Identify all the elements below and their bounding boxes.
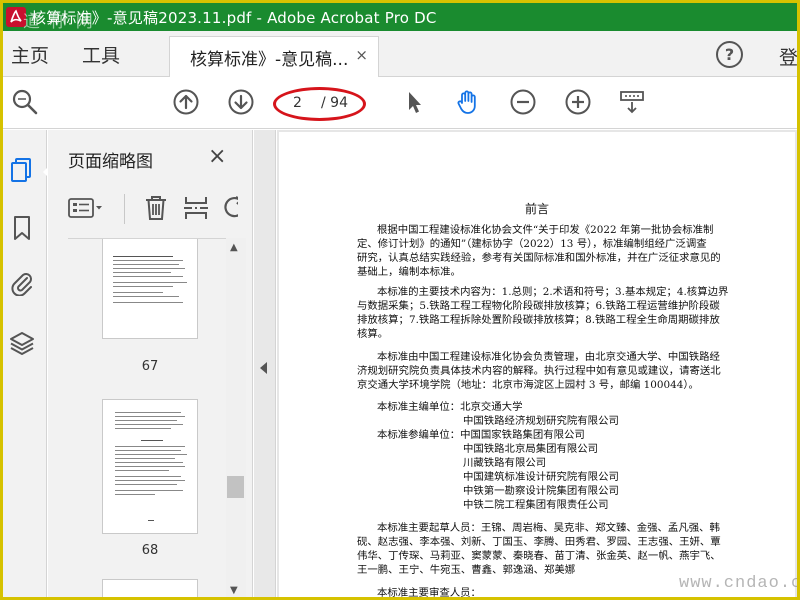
- thumbnail-page-69[interactable]: [102, 579, 198, 597]
- tools-tab[interactable]: 工具: [82, 41, 120, 68]
- zoom-out-icon[interactable]: [508, 87, 538, 117]
- app-window: 核算标准》-意见稿2023.11.pdf - Adobe Acrobat Pro…: [0, 0, 800, 600]
- trash-icon[interactable]: [142, 194, 170, 222]
- title-bar: 核算标准》-意见稿2023.11.pdf - Adobe Acrobat Pro…: [3, 3, 797, 32]
- main-toolbar: 2 / 94: [3, 77, 797, 129]
- watermark-logo: 道 称 网: [23, 12, 95, 32]
- doc-line: 根据中国工程建设标准化协会文件“关于印发《2022 年第一批协会标准制: [377, 224, 714, 236]
- doc-line: 伟华、丁传琛、马莉亚、窦蒙蒙、秦晓春、苗丁清、张金英、赵一帆、燕宇飞、: [357, 550, 721, 562]
- hand-icon[interactable]: [453, 87, 483, 117]
- close-tab-icon[interactable]: ×: [355, 46, 368, 64]
- doc-line: 本标准主编单位：北京交通大学: [377, 401, 523, 413]
- arrow-down-circle-icon: [228, 89, 254, 115]
- doc-line: 砚、赵志强、李本强、刘新、丁国玉、李腾、田秀君、罗园、王志强、王妍、覃: [357, 536, 721, 548]
- panel-collapse-strip[interactable]: [254, 130, 276, 597]
- doc-line: 本标准由中国工程建设标准化协会负责管理，由北京交通大学、中国铁路经: [377, 351, 720, 363]
- rotate-page-icon[interactable]: [220, 194, 238, 222]
- preface-title: 前言: [524, 202, 549, 216]
- scroll-up-icon[interactable]: ▲: [230, 242, 238, 253]
- magnifier-icon[interactable]: [10, 87, 40, 117]
- close-panel-icon[interactable]: ×: [208, 144, 226, 169]
- highlight-oval: [273, 87, 366, 121]
- login-link[interactable]: 登: [779, 43, 797, 70]
- doc-line: 本标准参编单位：中国国家铁路集团有限公司: [377, 429, 585, 441]
- insert-page-icon[interactable]: [182, 194, 210, 222]
- doc-line: 中国铁路北京局集团有限公司: [463, 443, 599, 455]
- arrow-up-circle-icon: [173, 89, 199, 115]
- page-thumbnails-icon[interactable]: [9, 157, 35, 183]
- doc-line: 核算。: [357, 328, 389, 340]
- bookmark-icon[interactable]: [9, 215, 35, 241]
- help-icon[interactable]: ?: [716, 41, 743, 68]
- doc-line: 本标准主要审查人员：: [377, 587, 481, 599]
- layers-icon[interactable]: [9, 330, 35, 356]
- thumbnail-number: 68: [141, 543, 159, 558]
- doc-line: 川藏铁路有限公司: [463, 457, 547, 469]
- doc-line: 济规划研究院负责具体技术内容的解释。执行过程中如有意见或建议，请寄送北: [357, 365, 721, 377]
- options-menu-icon[interactable]: [68, 194, 104, 222]
- doc-line: 定、修订计划》的通知”（建标协字（2022）13 号），标准编制组经广泛调查: [357, 238, 707, 250]
- doc-line: 基础上，编制本标准。: [357, 266, 461, 278]
- thumbnail-page-67[interactable]: [102, 239, 198, 339]
- doc-line: 王一鹏、王宁、牛宛玉、曹鑫、郭逸涵、郑美娜: [357, 564, 576, 576]
- next-page-button[interactable]: [226, 87, 256, 117]
- collapse-arrow-icon[interactable]: [260, 362, 267, 374]
- thumbnail-scrollbar[interactable]: ▲ ▼: [226, 238, 246, 597]
- thumbnail-toolbar: [48, 188, 253, 232]
- doc-line: 京交通大学环境学院（地址：北京市海淀区上园村 3 号，邮编 100044）。: [357, 379, 699, 391]
- thumbnail-page-68[interactable]: [102, 399, 198, 534]
- navigation-rail: [3, 130, 50, 597]
- paperclip-icon[interactable]: [9, 270, 35, 297]
- document-tab-label: 核算标准》-意见稿...: [190, 50, 349, 70]
- home-tab[interactable]: 主页: [11, 41, 49, 68]
- document-tab[interactable]: 核算标准》-意见稿... ×: [169, 36, 379, 78]
- pdf-page: 前言 根据中国工程建设标准化协会文件“关于印发《2022 年第一批协会标准制 定…: [279, 132, 795, 599]
- thumbnail-panel: 页面缩略图 × 67 68 ▲ ▼: [48, 130, 253, 597]
- doc-line: 中铁二院工程集团有限责任公司: [463, 499, 609, 511]
- select-arrow-icon[interactable]: [399, 87, 429, 117]
- scrollbar-thumb[interactable]: [227, 476, 244, 498]
- watermark-url: www.cndao.com: [679, 574, 800, 593]
- zoom-in-icon[interactable]: [563, 87, 593, 117]
- thumbnail-list: 67 68: [68, 238, 230, 597]
- thumbnail-number: 67: [141, 359, 159, 374]
- scroll-down-icon[interactable]: ▼: [230, 585, 238, 596]
- doc-line: 研究，认真总结实践经验，参考有关国际标准和国外标准，并在广泛征求意见的: [357, 252, 721, 264]
- doc-line: 中国建筑标准设计研究院有限公司: [463, 471, 619, 483]
- document-viewer[interactable]: 前言 根据中国工程建设标准化协会文件“关于印发《2022 年第一批协会标准制 定…: [277, 130, 797, 599]
- panel-title: 页面缩略图: [68, 152, 153, 172]
- tab-bar: 主页 工具 核算标准》-意见稿... × ? 登: [3, 31, 797, 78]
- previous-page-button[interactable]: [171, 87, 201, 117]
- doc-line: 本标准的主要技术内容为：1.总则；2.术语和符号；3.基本规定；4.核算边界: [377, 286, 729, 298]
- page-display-icon[interactable]: [617, 87, 647, 117]
- doc-line: 本标准主要起草人员：王锦、周岩梅、吴克非、郑文臻、金强、孟凡强、韩: [377, 522, 720, 534]
- doc-line: 排放核算；7.铁路工程拆除处置阶段碳排放核算；8.铁路工程全生命周期碳排放: [357, 314, 720, 326]
- doc-line: 与数据采集；5.铁路工程工程物化阶段碳排放核算；6.铁路工程运营维护阶段碳: [357, 300, 720, 312]
- toolbar-separator: [124, 194, 125, 224]
- doc-line: 中铁第一勘察设计院集团有限公司: [463, 485, 619, 497]
- doc-line: 中国铁路经济规划研究院有限公司: [463, 415, 619, 427]
